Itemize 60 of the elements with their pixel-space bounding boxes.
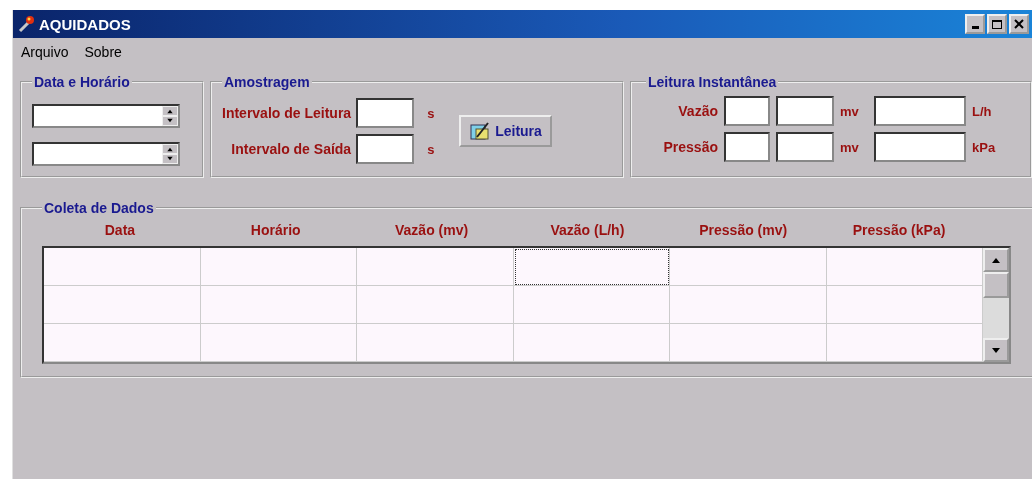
input-field[interactable] [874, 132, 966, 162]
unit-label: s [427, 141, 436, 157]
field-label: Pressão [662, 139, 718, 155]
column-header: Horário [249, 221, 302, 240]
table-cell[interactable] [513, 286, 670, 324]
notepad-pencil-icon [469, 121, 492, 141]
input-field[interactable] [724, 132, 770, 162]
table-cell[interactable] [200, 324, 357, 362]
table-cell[interactable] [44, 324, 201, 362]
minimize-icon [971, 26, 979, 29]
input-field[interactable] [776, 132, 834, 162]
table-cell[interactable] [357, 324, 514, 362]
down-arrow-icon [989, 345, 1003, 355]
field-label: Intervalo de Saída [231, 141, 352, 157]
column-header: Data [103, 221, 137, 240]
table-cell[interactable] [357, 286, 514, 324]
group-title: Leitura Instantânea [647, 74, 778, 90]
maximize-icon [992, 19, 1002, 29]
close-icon [1014, 19, 1024, 29]
unit-label: mv [840, 139, 860, 155]
table-cell[interactable] [44, 286, 201, 324]
maximize-button[interactable] [987, 14, 1007, 34]
table-cell[interactable] [670, 286, 827, 324]
table-cell[interactable] [200, 286, 357, 324]
spin-field[interactable] [32, 142, 180, 166]
menu-item[interactable]: Arquivo [21, 44, 69, 60]
field-label: Intervalo de Leitura [222, 105, 352, 121]
input-field[interactable] [874, 96, 966, 126]
table-cell[interactable] [44, 248, 201, 286]
scroll-thumb[interactable] [983, 272, 1009, 298]
close-button[interactable] [1009, 14, 1029, 34]
field-label: Vazão [677, 103, 718, 119]
minimize-button[interactable] [965, 14, 985, 34]
window-title: AQUIDADOS [39, 15, 131, 33]
table-cell[interactable] [670, 248, 827, 286]
input-field[interactable] [724, 96, 770, 126]
read-button[interactable]: Leitura [459, 115, 552, 147]
table-cell[interactable] [513, 324, 670, 362]
column-header: Pressão (kPa) [851, 221, 947, 240]
input-field[interactable] [776, 96, 834, 126]
unit-label: L/h [972, 103, 992, 119]
group-title: Amostragem [223, 74, 311, 90]
table-cell[interactable] [357, 248, 514, 286]
group-title: Coleta de Dados [43, 200, 155, 216]
table-cell[interactable] [513, 248, 670, 286]
scrollbar[interactable] [983, 248, 1009, 362]
input-field[interactable] [356, 98, 415, 128]
spin-field[interactable] [32, 104, 180, 128]
menu-item[interactable]: Sobre [84, 44, 122, 60]
table-cell[interactable] [200, 248, 357, 286]
table-cell[interactable] [670, 324, 827, 362]
input-field[interactable] [356, 134, 415, 164]
pin-icon [17, 15, 35, 33]
unit-label: mv [840, 103, 860, 119]
column-header: Vazão (L/h) [549, 221, 626, 240]
column-header: Pressão (mv) [698, 221, 789, 240]
unit-label: kPa [972, 139, 996, 155]
column-header: Vazão (mv) [394, 221, 470, 240]
group-title: Data e Horário [33, 74, 131, 90]
unit-label: s [427, 105, 436, 121]
